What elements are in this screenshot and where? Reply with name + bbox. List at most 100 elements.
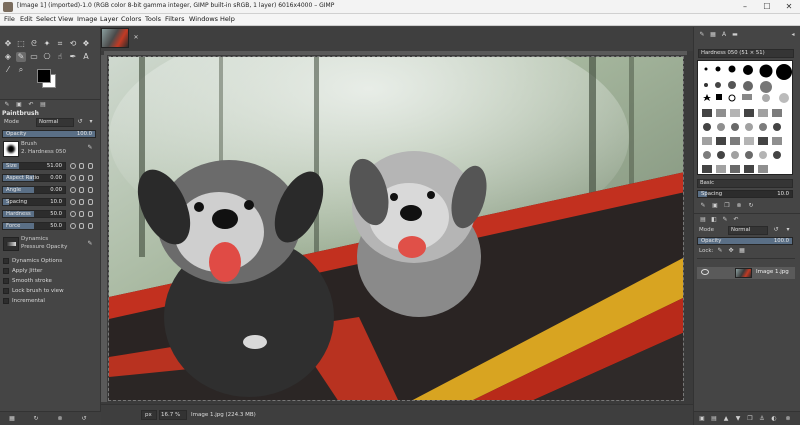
- force-reset-icon[interactable]: [70, 223, 76, 229]
- force-slider[interactable]: Force 50.0: [2, 222, 66, 230]
- gradients-tab-icon[interactable]: ▬: [731, 31, 739, 39]
- force-lock-icon[interactable]: [88, 223, 93, 229]
- angle-link-icon[interactable]: [79, 187, 84, 193]
- size-reset-icon[interactable]: [70, 163, 76, 169]
- reset-options-icon[interactable]: ↺: [80, 415, 88, 423]
- aspect-ratio-link-icon[interactable]: [79, 175, 84, 181]
- layer-mode-reset-icon[interactable]: ↺: [772, 226, 780, 234]
- incremental-checkbox[interactable]: [3, 298, 9, 304]
- fuzzy-select-tool-icon[interactable]: ✦: [42, 39, 52, 49]
- lower-layer-icon[interactable]: ▼: [734, 415, 742, 423]
- undo-history-tab-icon[interactable]: ↶: [27, 101, 35, 109]
- visibility-eye-icon[interactable]: [701, 269, 709, 275]
- image-canvas[interactable]: [108, 56, 684, 401]
- hardness-lock-icon[interactable]: [88, 211, 93, 217]
- menu-view[interactable]: View: [58, 15, 73, 23]
- delete-layer-icon[interactable]: ⊗: [784, 415, 792, 423]
- paths-tab-icon[interactable]: ✎: [721, 216, 729, 224]
- brush-duplicate-button-icon[interactable]: ❐: [723, 202, 731, 210]
- anchor-layer-icon[interactable]: ⚓: [758, 415, 766, 423]
- opacity-slider[interactable]: Opacity 100.0: [2, 130, 96, 138]
- angle-lock-icon[interactable]: [88, 187, 93, 193]
- menu-windows[interactable]: Windows: [189, 15, 218, 23]
- raise-layer-icon[interactable]: ▲: [722, 415, 730, 423]
- bucket-tool-icon[interactable]: ◈: [3, 52, 13, 62]
- brush-edit-icon[interactable]: ✎: [86, 144, 94, 152]
- hardness-link-icon[interactable]: [79, 211, 84, 217]
- aspect-ratio-reset-icon[interactable]: [70, 175, 76, 181]
- brush-spacing-slider[interactable]: Spacing 10.0: [697, 190, 793, 198]
- brush-delete-button-icon[interactable]: ⊗: [735, 202, 743, 210]
- mode-dropdown[interactable]: Normal: [36, 118, 74, 127]
- path-tool-icon[interactable]: ✒: [68, 52, 78, 62]
- lock-brush-to-view-label[interactable]: Lock brush to view: [12, 288, 64, 294]
- hardness-slider[interactable]: Hardness 50.0: [2, 210, 66, 218]
- paintbrush-tool-icon[interactable]: ✎: [16, 52, 26, 62]
- layer-mode-menu-icon[interactable]: ▾: [784, 226, 792, 234]
- lock-position-icon[interactable]: ✥: [727, 247, 735, 255]
- layers-tab-icon[interactable]: ▤: [699, 216, 707, 224]
- horizontal-ruler[interactable]: [104, 51, 687, 55]
- lasso-tool-icon[interactable]: ᘓ: [29, 39, 39, 49]
- aspect-ratio-lock-icon[interactable]: [88, 175, 93, 181]
- mode-reset-icon[interactable]: ↺: [76, 118, 84, 126]
- tool-options-tab-icon[interactable]: ✎: [3, 101, 11, 109]
- crop-tool-icon[interactable]: ⌗: [55, 39, 65, 49]
- warp-tool-icon[interactable]: ❖: [81, 39, 91, 49]
- save-options-icon[interactable]: ▦: [8, 415, 16, 423]
- color-picker-tool-icon[interactable]: ⁄: [3, 65, 13, 75]
- angle-slider[interactable]: Angle 0.00: [2, 186, 66, 194]
- brush-edit-button-icon[interactable]: ✎: [699, 202, 707, 210]
- clone-tool-icon[interactable]: ⎔: [42, 52, 52, 62]
- move-tool-icon[interactable]: ✥: [3, 39, 13, 49]
- maximize-button[interactable]: ☐: [756, 0, 778, 14]
- mask-layer-icon[interactable]: ◐: [770, 415, 778, 423]
- spacing-lock-icon[interactable]: [88, 199, 93, 205]
- menu-image[interactable]: Image: [77, 15, 97, 23]
- menu-edit[interactable]: Edit: [20, 15, 33, 23]
- force-link-icon[interactable]: [79, 223, 84, 229]
- minimize-button[interactable]: –: [734, 0, 756, 14]
- mode-menu-icon[interactable]: ▾: [87, 118, 95, 126]
- channels-tab-icon[interactable]: ◧: [710, 216, 718, 224]
- brushes-tab-icon[interactable]: ✎: [698, 31, 706, 39]
- dynamics-options-expander[interactable]: [3, 258, 9, 264]
- spacing-reset-icon[interactable]: [70, 199, 76, 205]
- image-tab-thumbnail[interactable]: [101, 28, 129, 48]
- layer-opacity-slider[interactable]: Opacity 100.0: [697, 237, 793, 245]
- zoom-tool-icon[interactable]: ⌕: [16, 65, 26, 75]
- layer-mode-dropdown[interactable]: Normal: [728, 226, 768, 235]
- spacing-link-icon[interactable]: [79, 199, 84, 205]
- aspect-ratio-slider[interactable]: Aspect Ratio 0.00: [2, 174, 66, 182]
- menu-file[interactable]: File: [4, 15, 15, 23]
- size-lock-icon[interactable]: [88, 163, 93, 169]
- size-link-icon[interactable]: [79, 163, 84, 169]
- brush-refresh-button-icon[interactable]: ↻: [747, 202, 755, 210]
- restore-options-icon[interactable]: ↻: [32, 415, 40, 423]
- lock-pixels-icon[interactable]: ✎: [716, 247, 724, 255]
- close-tab-icon[interactable]: ✕: [132, 34, 140, 42]
- smudge-tool-icon[interactable]: ☝: [55, 52, 65, 62]
- hardness-reset-icon[interactable]: [70, 211, 76, 217]
- rect-select-tool-icon[interactable]: ⬚: [16, 39, 26, 49]
- duplicate-layer-icon[interactable]: ❐: [746, 415, 754, 423]
- menu-layer[interactable]: Layer: [100, 15, 118, 23]
- dynamics-preview-icon[interactable]: [3, 237, 19, 251]
- transform-tool-icon[interactable]: ⟲: [68, 39, 78, 49]
- menu-colors[interactable]: Colors: [121, 15, 141, 23]
- brushes-grid[interactable]: [697, 60, 793, 175]
- dock-menu-icon[interactable]: ◂: [789, 31, 797, 39]
- apply-jitter-label[interactable]: Apply Jitter: [12, 268, 42, 274]
- menu-select[interactable]: Select: [36, 15, 56, 23]
- eraser-tool-icon[interactable]: ▭: [29, 52, 39, 62]
- lock-brush-to-view-checkbox[interactable]: [3, 288, 9, 294]
- dynamics-edit-icon[interactable]: ✎: [86, 240, 94, 248]
- undo-tab-icon[interactable]: ↶: [732, 216, 740, 224]
- menu-tools[interactable]: Tools: [145, 15, 161, 23]
- text-tool-icon[interactable]: A: [81, 52, 91, 62]
- brush-filter-input[interactable]: Hardness 050 (51 × 51): [698, 49, 794, 58]
- brush-new-button-icon[interactable]: ▣: [711, 202, 719, 210]
- delete-options-icon[interactable]: ⊗: [56, 415, 64, 423]
- new-group-icon[interactable]: ▤: [710, 415, 718, 423]
- close-button[interactable]: ✕: [778, 0, 800, 14]
